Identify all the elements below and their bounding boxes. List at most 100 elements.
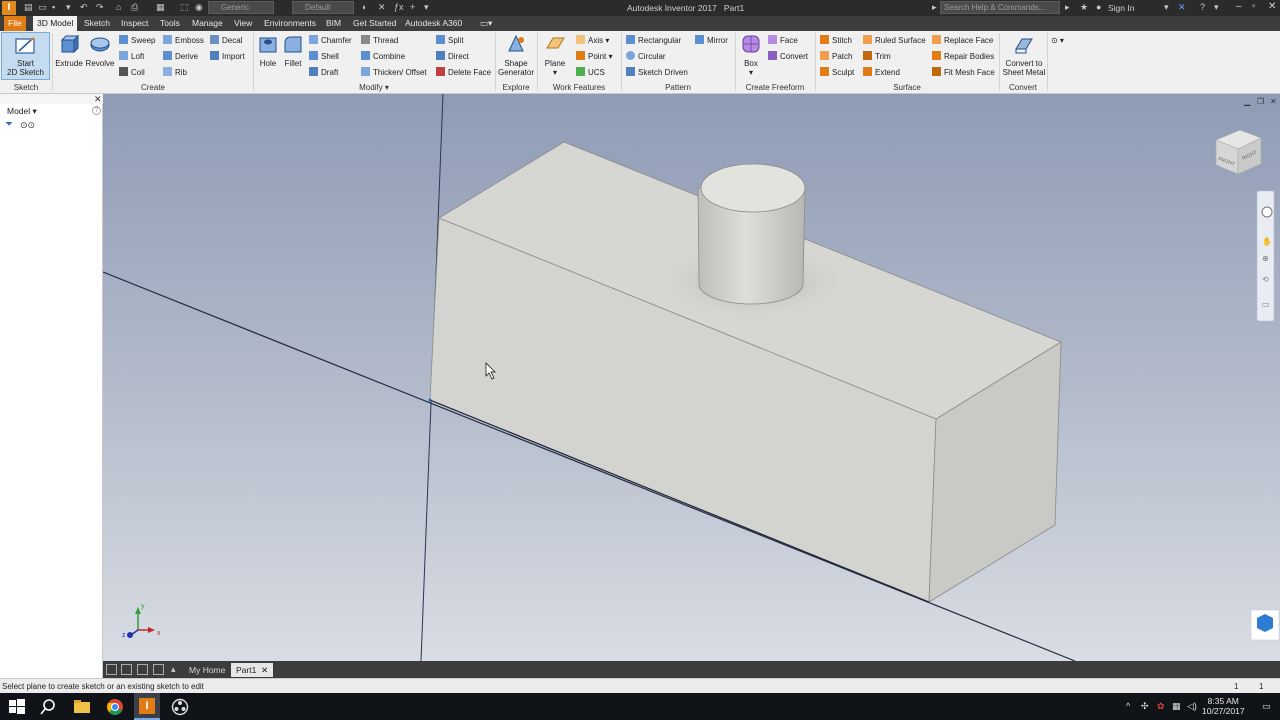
- browser-help-icon[interactable]: ?: [92, 106, 101, 115]
- origin-point[interactable]: [428, 398, 432, 402]
- chrome-icon[interactable]: [105, 697, 125, 717]
- axis-button[interactable]: Axis ▾: [576, 35, 609, 47]
- revolve-button[interactable]: Revolve: [84, 33, 116, 68]
- direct-button[interactable]: Direct: [436, 51, 469, 63]
- shape-generator-button[interactable]: Shape Generator: [497, 33, 535, 77]
- print-icon[interactable]: ⎙: [131, 2, 138, 13]
- navigation-bar[interactable]: ✋ ⊕ ⟲ ▭: [1256, 190, 1275, 322]
- cylinder-boss-top[interactable]: [700, 163, 806, 213]
- tab-close-icon[interactable]: ✕: [261, 665, 268, 675]
- tray-app-icon[interactable]: ✿: [1157, 701, 1165, 712]
- hole-button[interactable]: Hole: [256, 33, 280, 68]
- adjust-icon[interactable]: ◐: [362, 2, 367, 12]
- group-label-modify[interactable]: Modify ▾: [254, 83, 494, 92]
- loft-button[interactable]: Loft: [119, 51, 144, 63]
- parameters-icon[interactable]: ƒx: [394, 2, 404, 12]
- box-dropdown-icon[interactable]: ▾: [738, 68, 764, 77]
- measure-icon[interactable]: +: [410, 2, 415, 12]
- tab-3d-model[interactable]: 3D Model: [33, 16, 78, 31]
- viewport-restore-icon[interactable]: ❐: [1257, 97, 1264, 106]
- windows-start-icon[interactable]: [7, 697, 27, 717]
- sign-in-dropdown-icon[interactable]: ▾: [1164, 2, 1169, 13]
- tab-environments[interactable]: Environments: [260, 16, 320, 31]
- extrude-button[interactable]: Extrude: [55, 33, 83, 68]
- ribbon-minimize-icon[interactable]: ▭▾: [476, 16, 496, 31]
- browser-search-icon[interactable]: ⊙⊙: [20, 120, 35, 131]
- new-icon[interactable]: ▤: [24, 2, 33, 13]
- search-arrow-icon[interactable]: ▸: [932, 2, 937, 13]
- face-button[interactable]: Face: [768, 35, 798, 47]
- tray-expand-icon[interactable]: ^: [1126, 701, 1130, 711]
- tile-rows-icon[interactable]: [137, 664, 148, 675]
- steering-wheel-icon[interactable]: [1261, 206, 1273, 218]
- delete-face-button[interactable]: Delete Face: [436, 67, 491, 79]
- undo-icon[interactable]: ↶: [80, 2, 88, 13]
- file-explorer-icon[interactable]: [72, 697, 92, 717]
- tab-autodesk-a360[interactable]: Autodesk A360: [401, 16, 466, 31]
- chamfer-button[interactable]: Chamfer: [309, 35, 352, 47]
- emboss-button[interactable]: Emboss: [163, 35, 204, 47]
- freeform-box-button[interactable]: Box ▾: [738, 33, 764, 77]
- save-icon[interactable]: ▪: [52, 2, 55, 12]
- filter-icon[interactable]: ⏷: [5, 119, 13, 130]
- plane-button[interactable]: Plane ▾: [541, 33, 569, 77]
- favorites-icon[interactable]: ★: [1080, 2, 1088, 13]
- help-dropdown-icon[interactable]: ▾: [1214, 2, 1219, 13]
- combine-button[interactable]: Combine: [361, 51, 405, 63]
- color-icon[interactable]: ◉: [195, 2, 203, 13]
- open-icon[interactable]: ▭: [38, 2, 47, 13]
- tab-inspect[interactable]: Inspect: [117, 16, 152, 31]
- update-icon[interactable]: ▦: [156, 2, 165, 13]
- tab-my-home[interactable]: My Home: [184, 663, 230, 677]
- binoculars-icon[interactable]: ▸: [1065, 2, 1070, 13]
- sign-in-link[interactable]: Sign In: [1108, 3, 1134, 13]
- tab-get-started[interactable]: Get Started: [349, 16, 400, 31]
- minimize-icon[interactable]: –: [1236, 1, 1242, 12]
- tab-part1[interactable]: Part1 ✕: [231, 663, 274, 677]
- redo-icon[interactable]: ↷: [96, 2, 104, 13]
- inventor-taskbar-button[interactable]: I: [134, 693, 160, 720]
- convert-freeform-button[interactable]: Convert: [768, 51, 808, 63]
- tab-sketch[interactable]: Sketch: [80, 16, 114, 31]
- ruled-surface-button[interactable]: Ruled Surface: [863, 35, 926, 47]
- rectangular-pattern-button[interactable]: Rectangular: [626, 35, 681, 47]
- user-icon[interactable]: ●: [1096, 2, 1101, 12]
- decal-button[interactable]: Decal: [210, 35, 242, 47]
- tab-file[interactable]: File: [4, 16, 26, 31]
- plane-dropdown-icon[interactable]: ▾: [541, 68, 569, 77]
- zoom-icon[interactable]: ⊕: [1262, 254, 1269, 263]
- close-icon[interactable]: ✕: [1268, 1, 1276, 12]
- sketch-driven-pattern-button[interactable]: Sketch Driven: [626, 67, 688, 79]
- save-dropdown-icon[interactable]: ▾: [66, 2, 71, 13]
- obs-icon[interactable]: [170, 697, 190, 717]
- orbit-icon[interactable]: ⟲: [1262, 275, 1269, 284]
- split-button[interactable]: Split: [436, 35, 464, 47]
- qa-customize-icon[interactable]: ▾: [424, 2, 429, 13]
- network-icon[interactable]: ▦: [1172, 701, 1181, 712]
- volume-icon[interactable]: ◁): [1187, 701, 1197, 712]
- shell-button[interactable]: Shell: [309, 51, 339, 63]
- circular-pattern-button[interactable]: Circular: [626, 51, 666, 63]
- derive-button[interactable]: Derive: [163, 51, 198, 63]
- tray-network-app-icon[interactable]: ✣: [1141, 701, 1149, 712]
- start-2d-sketch-button[interactable]: Start 2D Sketch: [1, 32, 50, 80]
- search-input[interactable]: Search Help & Commands...: [940, 1, 1060, 14]
- select-icon[interactable]: ⬚: [180, 2, 189, 13]
- point-button[interactable]: Point ▾: [576, 51, 612, 63]
- sweep-button[interactable]: Sweep: [119, 35, 155, 47]
- graphics-viewport[interactable]: x z y FRONT RIGHT ▁ ❐ ✕ ✋ ⊕ ⟲ ▭: [103, 94, 1280, 661]
- replace-face-button[interactable]: Replace Face: [932, 35, 993, 47]
- search-taskbar-icon[interactable]: [38, 697, 58, 717]
- taskbar-clock[interactable]: 8:35 AM 10/27/2017: [1202, 696, 1245, 716]
- tab-view[interactable]: View: [230, 16, 256, 31]
- look-at-icon[interactable]: ▭: [1262, 300, 1270, 309]
- tabs-menu-icon[interactable]: ▴: [171, 664, 176, 675]
- extend-button[interactable]: Extend: [863, 67, 900, 79]
- sync-icon[interactable]: [1250, 609, 1280, 641]
- convert-to-sheet-metal-button[interactable]: Convert to Sheet Metal: [1002, 33, 1046, 77]
- tile-grid-icon[interactable]: [121, 664, 132, 675]
- tab-bim[interactable]: BIM: [322, 16, 345, 31]
- fillet-button[interactable]: Fillet: [281, 33, 305, 68]
- mirror-button[interactable]: Mirror: [695, 35, 728, 47]
- clear-appearance-icon[interactable]: ✕: [378, 2, 386, 13]
